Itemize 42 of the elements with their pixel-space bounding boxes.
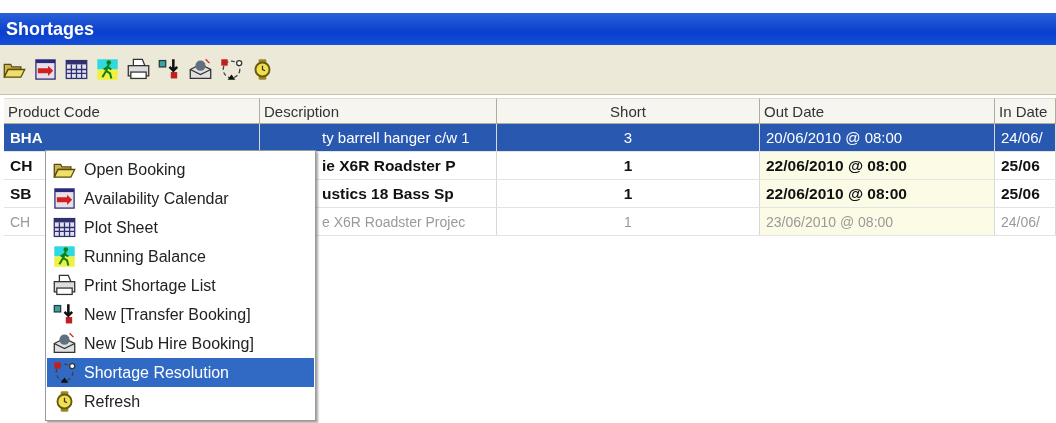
circle-arrows-icon	[53, 361, 76, 384]
envelope-icon	[53, 332, 76, 355]
column-header[interactable]: Out Date	[760, 98, 995, 124]
table-cell: 22/06/2010 @ 08:00	[760, 152, 995, 180]
menu-item[interactable]: Refresh	[47, 387, 314, 416]
printer-icon	[53, 274, 76, 297]
window-title: Shortages	[0, 13, 1056, 45]
transfer-icon	[158, 58, 181, 81]
menu-item[interactable]: New [Sub Hire Booking]	[47, 329, 314, 358]
toolbar-button[interactable]	[64, 57, 89, 82]
table-cell: 22/06/2010 @ 08:00	[760, 180, 995, 208]
table-cell: 1	[497, 152, 760, 180]
table-cell: 23/06/2010 @ 08:00	[760, 208, 995, 236]
transfer-icon	[53, 303, 76, 326]
circle-arrows-icon	[220, 58, 243, 81]
column-header[interactable]: Description	[260, 98, 497, 124]
toolbar-button[interactable]	[126, 57, 151, 82]
table-cell: 25/06	[995, 180, 1056, 208]
walking-figure-icon	[96, 58, 119, 81]
toolbar-button[interactable]	[33, 57, 58, 82]
table-cell: 24/06/	[995, 124, 1056, 152]
calendar-icon	[34, 58, 57, 81]
toolbar-button[interactable]	[219, 57, 244, 82]
envelope-icon	[189, 58, 212, 81]
grid-icon	[65, 58, 88, 81]
column-header[interactable]: Product Code	[4, 98, 260, 124]
menu-item[interactable]: New [Transfer Booking]	[47, 300, 314, 329]
printer-icon	[127, 58, 150, 81]
toolbar-button[interactable]	[188, 57, 213, 82]
column-header[interactable]: In Date	[995, 98, 1056, 124]
menu-item[interactable]: Shortage Resolution	[47, 358, 314, 387]
table-cell: 1	[497, 180, 760, 208]
table-cell: 1	[497, 208, 760, 236]
grid-icon	[53, 216, 76, 239]
menu-item[interactable]: Running Balance	[47, 242, 314, 271]
column-header[interactable]: Short	[497, 98, 760, 124]
table-cell: 24/06/	[995, 208, 1056, 236]
table-cell: 3	[497, 124, 760, 152]
menu-item[interactable]: Print Shortage List	[47, 271, 314, 300]
table-cell: 25/06	[995, 152, 1056, 180]
walking-figure-icon	[53, 245, 76, 268]
calendar-icon	[53, 187, 76, 210]
